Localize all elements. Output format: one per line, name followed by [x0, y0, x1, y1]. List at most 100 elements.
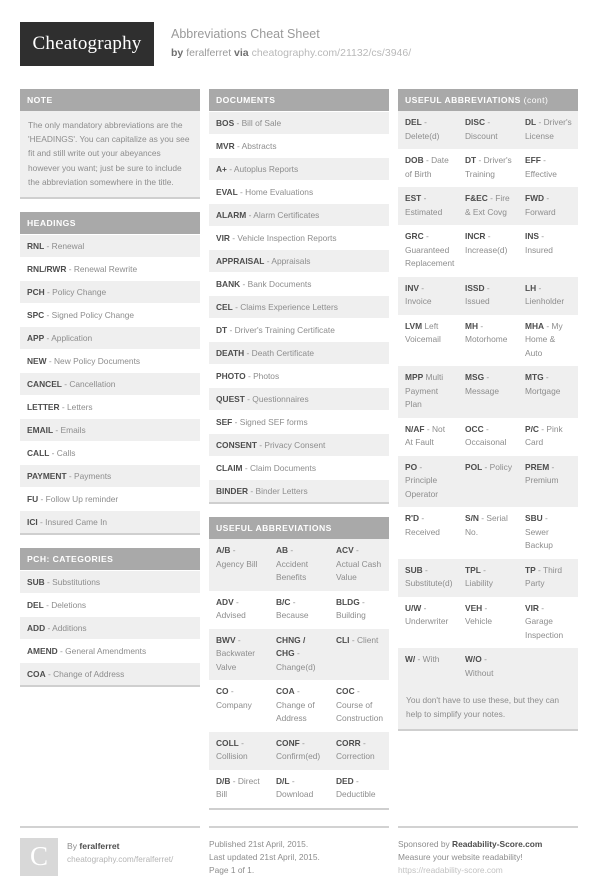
- abbreviation-abbr: COC: [336, 686, 355, 696]
- definition-desc: - Policy Change: [44, 287, 107, 298]
- definition-row: LETTER - Letters: [20, 395, 200, 419]
- abbreviation-cell: INS - Insured: [518, 225, 578, 277]
- definition-desc: - Death Certificate: [244, 348, 315, 358]
- block-headings: HEADINGS RNL - Renewal RNL/RWR - Renewal …: [20, 212, 200, 536]
- abbreviation-cell: VEH - Vehicle: [458, 597, 518, 649]
- definition-row: RNL/RWR - Renewal Rewrite: [20, 257, 200, 281]
- author-link[interactable]: feralferret: [186, 47, 231, 59]
- block-useful-abbreviations: USEFUL ABBREVIATIONS A/B - Agency Bill AB…: [209, 517, 389, 810]
- block-title-headings: HEADINGS: [20, 212, 200, 235]
- avatar: C: [20, 837, 58, 876]
- abbreviation-abbr: TPL: [465, 564, 481, 575]
- definition-desc: - Bill of Sale: [234, 118, 282, 128]
- useful-abbreviations-cont-grid: DEL - Delete(d) DISC - Discount DL - Drive…: [398, 111, 578, 686]
- abbreviation-cell: LH - Lienholder: [518, 277, 578, 315]
- definition-abbr: APPRAISAL: [216, 256, 265, 266]
- abbreviation-abbr: SUB: [405, 564, 423, 575]
- sponsor-url-link[interactable]: https://readability-score.com: [398, 865, 503, 875]
- footer-author-name[interactable]: feralferret: [79, 841, 119, 851]
- abbreviation-abbr: ISSD: [465, 282, 485, 293]
- abbreviation-cell: EST - Estimated: [398, 187, 458, 225]
- definition-abbr: A+: [216, 164, 227, 174]
- definition-desc: - Payments: [66, 471, 112, 482]
- abbreviation-cell: CHNG / CHG - Change(d): [269, 629, 329, 681]
- abbreviation-row: DOB - Date of Birth DT - Driver's Trainin…: [398, 149, 578, 187]
- definition-abbr: LETTER: [27, 402, 60, 413]
- definition-abbr: ALARM: [216, 210, 247, 220]
- abbreviation-row: D/B - Direct Bill D/L - Download DED - Ded…: [209, 769, 389, 808]
- abbreviation-abbr: SBU: [525, 513, 543, 523]
- definition-row: DEL - Deletions: [20, 593, 200, 617]
- block-title-text: USEFUL ABBREVIATIONS: [405, 95, 521, 105]
- definition-desc: - Renewal: [44, 241, 85, 252]
- definition-abbr: CANCEL: [27, 379, 62, 390]
- definition-abbr: SUB: [27, 577, 45, 588]
- definition-row: SEF - Signed SEF forms: [209, 410, 389, 433]
- abbreviation-cell: COA - Change of Address: [269, 680, 329, 732]
- abbreviation-row: LVM Left Voicemail MH - Motorhome MHA - My…: [398, 314, 578, 367]
- abbreviation-abbr: CORR: [336, 737, 361, 748]
- abbreviation-row: SUB - Substitute(d) TPL - Liability TP - T…: [398, 558, 578, 597]
- abbreviation-row: ADV - Advised B/C - Because BLDG - Buildin…: [209, 590, 389, 629]
- abbreviation-cell: CO - Company: [209, 680, 269, 732]
- abbreviation-cell: SBU - Sewer Backup: [518, 507, 578, 559]
- author-line: By feralferret: [67, 839, 173, 853]
- abbreviation-abbr: INCR: [465, 231, 486, 241]
- abbreviation-abbr: GRC: [405, 231, 424, 241]
- definition-desc: - Insured Came In: [37, 517, 108, 528]
- abbreviation-row: EST - Estimated F&EC - Fire & Ext Covg FWD…: [398, 187, 578, 225]
- definition-row: PHOTO - Photos: [209, 364, 389, 387]
- definition-row: QUEST - Questionnaires: [209, 387, 389, 410]
- definition-row: MVR - Abstracts: [209, 134, 389, 157]
- definition-desc: - Signed SEF forms: [232, 417, 308, 427]
- abbreviation-cell: DED - Deductible: [329, 770, 389, 808]
- abbreviation-abbr: INV: [405, 282, 419, 293]
- abbreviation-row: A/B - Agency Bill AB - Accident Benefits A…: [209, 539, 389, 591]
- abbreviation-abbr: D/L: [276, 775, 290, 786]
- block-title-useful-abbreviations: USEFUL ABBREVIATIONS: [209, 517, 389, 539]
- definition-desc: - Emails: [53, 425, 86, 436]
- abbreviation-abbr: MH: [465, 320, 479, 331]
- definition-desc: - Follow Up reminder: [38, 494, 119, 505]
- block-title-note: NOTE: [20, 89, 200, 111]
- definition-desc: - Driver's Training Certificate: [227, 325, 335, 335]
- abbreviation-cell: DEL - Delete(d): [398, 111, 458, 149]
- sponsor-name[interactable]: Readability-Score.com: [452, 839, 542, 849]
- abbreviation-cell: F&EC - Fire & Ext Covg: [458, 187, 518, 225]
- abbreviation-abbr: COA: [276, 686, 295, 696]
- author-profile-url[interactable]: cheatography.com/feralferret/: [67, 853, 173, 867]
- abbreviation-abbr: CO: [216, 686, 229, 696]
- abbreviation-cell: P/C - Pink Card: [518, 418, 578, 456]
- abbreviation-cell: W/O - Without: [458, 648, 518, 686]
- definition-abbr: CONSENT: [216, 440, 257, 450]
- abbreviation-cell: PREM - Premium: [518, 456, 578, 508]
- abbreviation-abbr: MSG: [465, 372, 485, 382]
- abbreviation-desc: - Policy: [482, 461, 513, 472]
- definition-desc: - Questionnaires: [244, 394, 309, 404]
- abbreviation-abbr: DT: [465, 155, 477, 165]
- abbreviation-cell: DISC - Discount: [458, 111, 518, 149]
- cheatography-logo[interactable]: Cheatography: [20, 22, 154, 66]
- abbreviation-cell: MTG - Mortgage: [518, 366, 578, 418]
- abbreviation-cell: LVM Left Voicemail: [398, 315, 458, 367]
- definition-desc: - Calls: [49, 448, 76, 459]
- definition-abbr: BANK: [216, 279, 241, 289]
- abbreviation-cell: INV - Invoice: [398, 277, 458, 315]
- definition-row: RNL - Renewal: [20, 234, 200, 258]
- abbreviation-abbr: P/C: [525, 423, 539, 434]
- definition-abbr: DT: [216, 325, 228, 335]
- definition-desc: - Change of Address: [45, 669, 125, 680]
- definition-abbr: RNL/RWR: [27, 264, 67, 275]
- definition-row: DEATH - Death Certificate: [209, 341, 389, 364]
- abbreviation-row: INV - Invoice ISSD - Issued LH - Lienholde…: [398, 276, 578, 315]
- definition-desc: - Bank Documents: [240, 279, 312, 289]
- abbreviation-cell: PO - Principle Operator: [398, 456, 458, 508]
- abbreviation-abbr: EFF: [525, 155, 541, 165]
- source-url-link[interactable]: cheatography.com/21132/cs/3946/: [252, 47, 412, 59]
- abbreviation-cell: N/AF - Not At Fault: [398, 418, 458, 456]
- definition-abbr: PAYMENT: [27, 471, 67, 482]
- abbreviation-abbr: U/W: [405, 602, 422, 613]
- definition-row: FU - Follow Up reminder: [20, 487, 200, 511]
- cheatsheet-page: Cheatography Abbreviations Cheat Sheet b…: [0, 0, 600, 878]
- abbreviation-row: BWV - Backwater Valve CHNG / CHG - Change…: [209, 628, 389, 681]
